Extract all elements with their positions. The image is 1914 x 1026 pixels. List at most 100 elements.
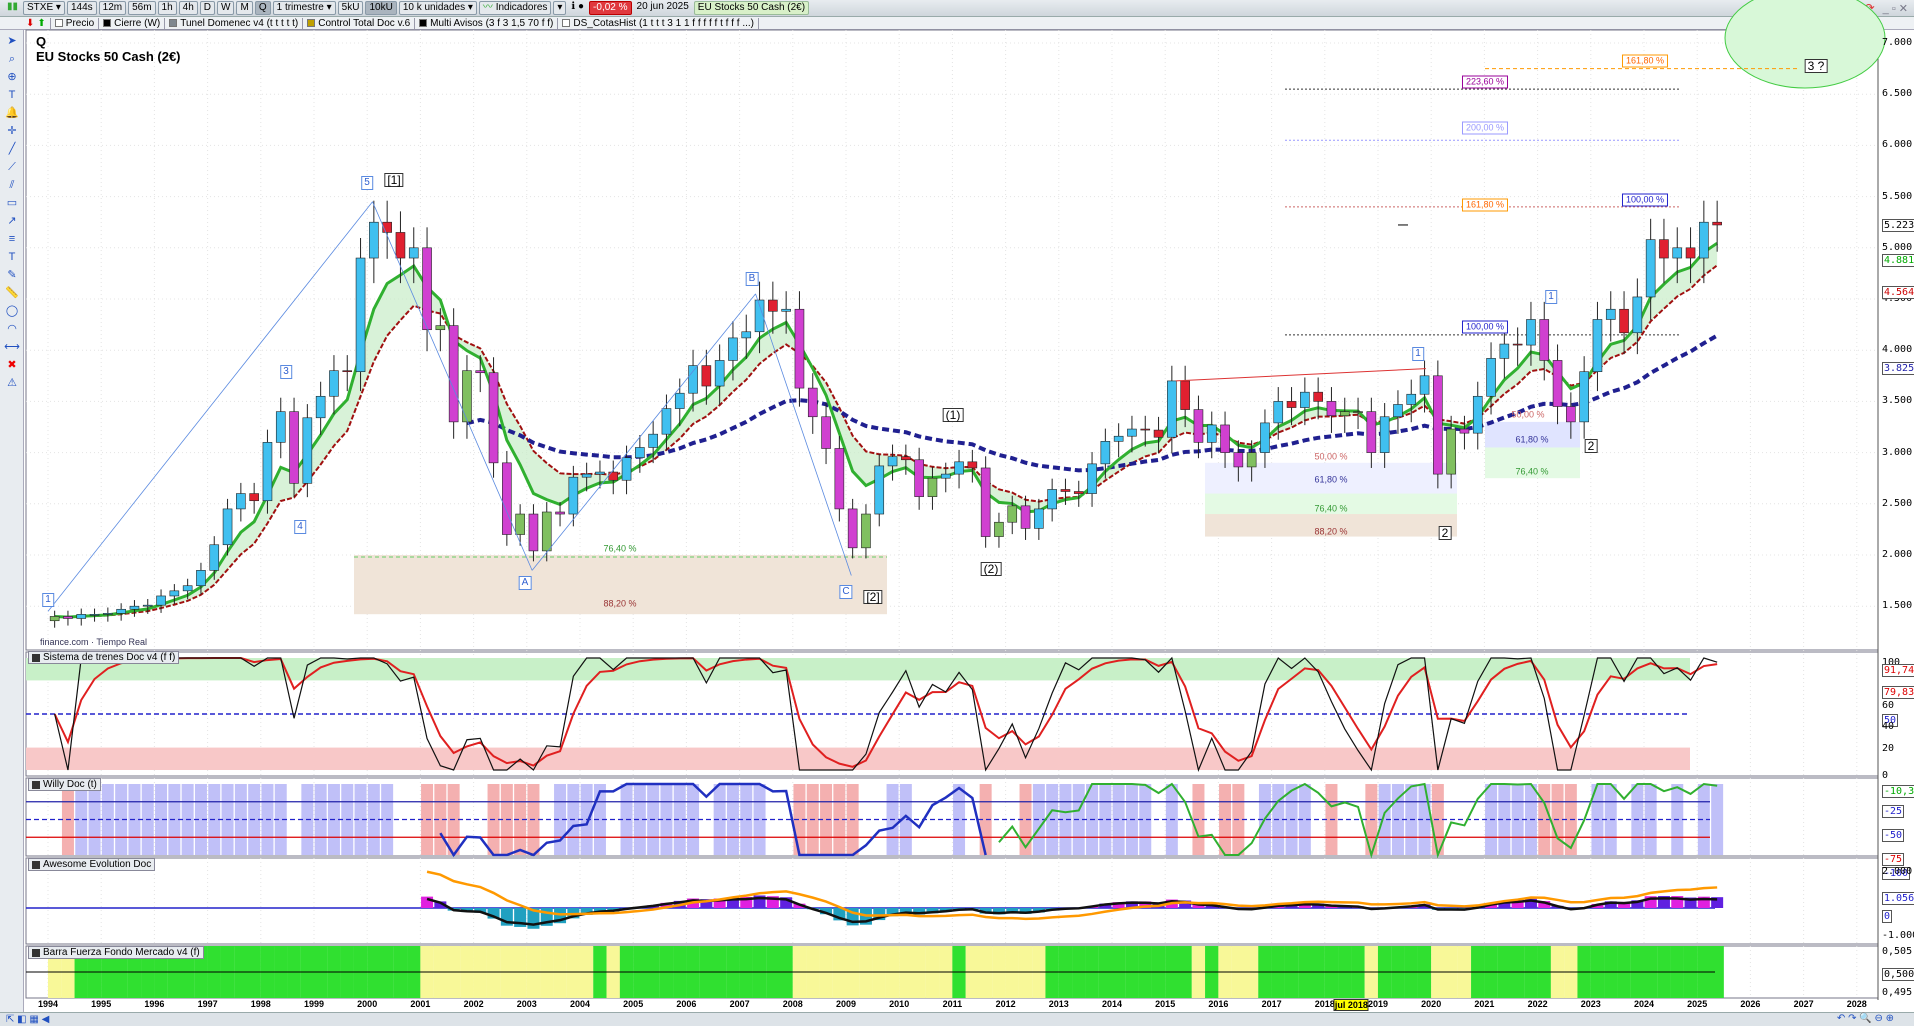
wave-label[interactable]: B [745, 272, 759, 286]
candle [1313, 391, 1323, 402]
candle [1632, 296, 1643, 334]
p2-tick: 40 [1882, 721, 1895, 732]
blue-ma-value: 3.825,2 [1882, 362, 1914, 376]
fib-level-label: 50,00 % [1511, 409, 1545, 420]
candle [1140, 428, 1151, 431]
zoom-tools-icon[interactable]: ⇱ ◧ ▦ ◀ [0, 1014, 49, 1025]
panel-title-willy[interactable]: Willy Doc (t) [28, 778, 101, 791]
p4-tick: 1.056,9 [1882, 892, 1914, 905]
candle [89, 614, 100, 616]
candle [1007, 505, 1018, 523]
wave-label[interactable]: 5 [361, 176, 373, 190]
fib-level-label: 50,00 % [1314, 451, 1348, 462]
candle [275, 411, 286, 443]
candle [581, 473, 592, 478]
year-label: 2002 [463, 999, 484, 1009]
year-label: 2017 [1261, 999, 1282, 1009]
candle [954, 461, 964, 475]
candle [847, 508, 858, 549]
panel-title-trenes[interactable]: Sistema de trenes Doc v4 (f f) [28, 651, 180, 664]
candle [1433, 375, 1443, 475]
wave-label[interactable]: A [518, 576, 532, 590]
candle [1167, 380, 1177, 438]
year-label: 2001 [410, 999, 431, 1009]
candle [1685, 247, 1696, 259]
red-ema-value: 4.564,8 [1882, 286, 1914, 300]
p3-tick: -10,313 [1882, 785, 1914, 798]
candle [249, 493, 259, 502]
p2-tick: 79,832 [1882, 686, 1914, 699]
year-label: 2008 [782, 999, 803, 1009]
year-label: 2022 [1527, 999, 1548, 1009]
candle [1393, 404, 1403, 418]
candle [1552, 360, 1563, 407]
fib-level-label: 88,20 % [603, 598, 637, 609]
candle [1539, 319, 1550, 361]
p2-tick: 60 [1882, 700, 1895, 711]
year-label: 2004 [569, 999, 591, 1009]
candle [648, 433, 658, 448]
candle [222, 508, 233, 546]
candle [488, 372, 499, 464]
candle [781, 308, 791, 312]
candle [129, 605, 140, 610]
wave-label[interactable]: 2 [1438, 526, 1452, 540]
wave-label[interactable]: (2) [980, 562, 1002, 576]
wave-label[interactable]: 3 ? [1804, 59, 1828, 73]
source-text: finance.com [40, 637, 89, 647]
navigation-icons[interactable]: ↶ ↷ 🔍 ⊖ ⊕ [1837, 1013, 1894, 1024]
wave-label[interactable]: [2] [863, 590, 883, 604]
panel-title-awesome[interactable]: Awesome Evolution Doc [28, 858, 156, 871]
candle [1273, 401, 1284, 424]
candle [395, 232, 406, 259]
panel-icon [32, 860, 40, 869]
candle [741, 331, 752, 339]
year-label: 2006 [676, 999, 697, 1009]
p5-tick: 0,495 [1882, 987, 1913, 998]
candle [994, 521, 1004, 537]
candle [1326, 401, 1337, 417]
price-tick: 1.500 [1882, 600, 1913, 612]
wave-label[interactable]: [1] [384, 173, 404, 187]
candle [635, 447, 645, 459]
candle [182, 585, 193, 592]
wave-label[interactable]: 1 [1412, 347, 1424, 361]
candle [1087, 463, 1097, 494]
year-label: 2023 [1580, 999, 1601, 1009]
candle [1605, 308, 1616, 320]
candle [901, 456, 911, 461]
candle [103, 613, 113, 615]
candle [422, 247, 432, 331]
candle [688, 365, 698, 394]
cursor-date-label: jul 2018 [1333, 999, 1369, 1011]
wave-label[interactable]: C [839, 585, 853, 599]
chart-canvas[interactable] [0, 0, 1914, 1012]
year-label: 2025 [1687, 999, 1708, 1009]
wave-label[interactable]: 4 [294, 520, 306, 534]
p5-tick: 0,5000 [1882, 968, 1914, 981]
fib-level-label: 161,80 % [1461, 198, 1509, 212]
wave-label[interactable]: (1) [942, 408, 964, 422]
candle [1672, 247, 1683, 259]
year-label: 2021 [1474, 999, 1495, 1009]
wave-label[interactable]: 3 [280, 365, 292, 379]
panel-title-barra[interactable]: Barra Fuerza Fondo Mercado v4 (f) [28, 946, 204, 959]
wave-label[interactable]: 1 [1545, 290, 1557, 304]
wave-label[interactable]: 2 [1584, 439, 1598, 453]
candle [1619, 308, 1629, 334]
price-tick: 4.000 [1882, 344, 1913, 356]
candle [502, 462, 512, 535]
panel-title-text: Willy Doc (t) [43, 779, 97, 790]
candle [834, 448, 845, 510]
fib-level-label: 61,80 % [1314, 474, 1348, 485]
price-tick: 5.500 [1882, 190, 1913, 202]
realtime-text: Tiempo Real [96, 637, 148, 647]
year-label: 1997 [197, 999, 218, 1009]
wave-label[interactable]: 1 [42, 593, 54, 607]
price-tick: 6.000 [1882, 139, 1913, 151]
p4-tick: 2.000 [1882, 866, 1913, 877]
year-label: 2000 [357, 999, 378, 1009]
candle [1246, 452, 1257, 468]
candle [1193, 409, 1204, 443]
p4-tick: 0 [1882, 910, 1893, 923]
